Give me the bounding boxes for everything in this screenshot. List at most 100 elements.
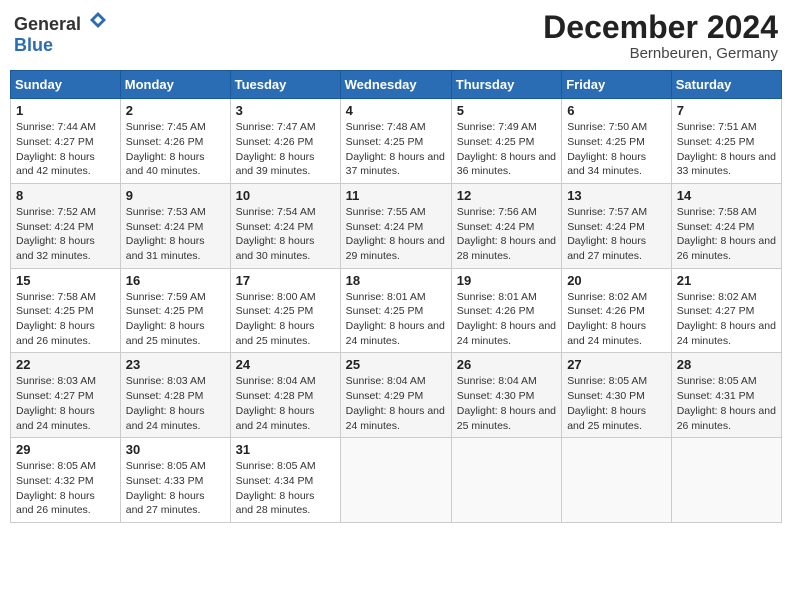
day-number: 19 [457,273,556,288]
day-info: Sunrise: 8:04 AM Sunset: 4:30 PM Dayligh… [457,374,556,433]
day-info: Sunrise: 7:51 AM Sunset: 4:25 PM Dayligh… [677,120,776,179]
day-number: 27 [567,357,666,372]
calendar-week-row: 15 Sunrise: 7:58 AM Sunset: 4:25 PM Dayli… [11,268,782,353]
location-subtitle: Bernbeuren, Germany [543,45,778,62]
day-info: Sunrise: 7:53 AM Sunset: 4:24 PM Dayligh… [126,205,225,264]
day-info: Sunrise: 8:03 AM Sunset: 4:28 PM Dayligh… [126,374,225,433]
month-title: December 2024 [543,10,778,45]
day-number: 10 [236,188,335,203]
calendar-day-cell: 5 Sunrise: 7:49 AM Sunset: 4:25 PM Daylig… [451,99,561,184]
day-number: 7 [677,103,776,118]
day-number: 26 [457,357,556,372]
day-number: 23 [126,357,225,372]
calendar-day-cell: 7 Sunrise: 7:51 AM Sunset: 4:25 PM Daylig… [671,99,781,184]
day-info: Sunrise: 7:44 AM Sunset: 4:27 PM Dayligh… [16,120,115,179]
day-info: Sunrise: 7:52 AM Sunset: 4:24 PM Dayligh… [16,205,115,264]
day-info: Sunrise: 8:05 AM Sunset: 4:33 PM Dayligh… [126,459,225,518]
calendar-day-cell: 17 Sunrise: 8:00 AM Sunset: 4:25 PM Dayli… [230,268,340,353]
day-number: 24 [236,357,335,372]
day-info: Sunrise: 8:00 AM Sunset: 4:25 PM Dayligh… [236,290,335,349]
logo: General Blue [14,10,108,56]
day-number: 29 [16,442,115,457]
day-info: Sunrise: 7:48 AM Sunset: 4:25 PM Dayligh… [346,120,446,179]
calendar-day-cell: 28 Sunrise: 8:05 AM Sunset: 4:31 PM Dayli… [671,353,781,438]
day-number: 6 [567,103,666,118]
day-number: 11 [346,188,446,203]
day-info: Sunrise: 8:01 AM Sunset: 4:26 PM Dayligh… [457,290,556,349]
logo-blue: Blue [14,35,53,55]
calendar-day-cell: 20Sunrise: 8:02 AM Sunset: 4:26 PM Dayli… [562,268,672,353]
day-of-week-header: Wednesday [340,71,451,99]
day-info: Sunrise: 7:49 AM Sunset: 4:25 PM Dayligh… [457,120,556,179]
calendar-day-cell: 8 Sunrise: 7:52 AM Sunset: 4:24 PM Daylig… [11,183,121,268]
day-of-week-header: Tuesday [230,71,340,99]
day-info: Sunrise: 8:05 AM Sunset: 4:32 PM Dayligh… [16,459,115,518]
day-info: Sunrise: 7:58 AM Sunset: 4:24 PM Dayligh… [677,205,776,264]
day-info: Sunrise: 8:05 AM Sunset: 4:31 PM Dayligh… [677,374,776,433]
calendar-day-cell: 21Sunrise: 8:02 AM Sunset: 4:27 PM Dayli… [671,268,781,353]
day-number: 30 [126,442,225,457]
day-number: 17 [236,273,335,288]
day-number: 15 [16,273,115,288]
calendar-day-cell: 22Sunrise: 8:03 AM Sunset: 4:27 PM Dayli… [11,353,121,438]
day-info: Sunrise: 8:05 AM Sunset: 4:34 PM Dayligh… [236,459,335,518]
logo-text: General Blue [14,10,108,56]
day-number: 12 [457,188,556,203]
title-block: December 2024 Bernbeuren, Germany [543,10,778,62]
page-header: General Blue December 2024 Bernbeuren, G… [10,10,782,62]
day-info: Sunrise: 8:05 AM Sunset: 4:30 PM Dayligh… [567,374,666,433]
calendar-week-row: 29 Sunrise: 8:05 AM Sunset: 4:32 PM Dayli… [11,438,782,523]
day-info: Sunrise: 7:45 AM Sunset: 4:26 PM Dayligh… [126,120,225,179]
day-number: 4 [346,103,446,118]
day-info: Sunrise: 7:57 AM Sunset: 4:24 PM Dayligh… [567,205,666,264]
calendar-day-cell: 16Sunrise: 7:59 AM Sunset: 4:25 PM Dayli… [120,268,230,353]
day-info: Sunrise: 8:04 AM Sunset: 4:28 PM Dayligh… [236,374,335,433]
calendar-day-cell: 4 Sunrise: 7:48 AM Sunset: 4:25 PM Daylig… [340,99,451,184]
day-number: 2 [126,103,225,118]
day-number: 18 [346,273,446,288]
calendar-table: SundayMondayTuesdayWednesdayThursdayFrid… [10,70,782,523]
calendar-day-cell: 9 Sunrise: 7:53 AM Sunset: 4:24 PM Daylig… [120,183,230,268]
day-number: 8 [16,188,115,203]
day-info: Sunrise: 7:50 AM Sunset: 4:25 PM Dayligh… [567,120,666,179]
calendar-day-cell: 13 Sunrise: 7:57 AM Sunset: 4:24 PM Dayli… [562,183,672,268]
calendar-day-cell: 18Sunrise: 8:01 AM Sunset: 4:25 PM Dayli… [340,268,451,353]
day-number: 13 [567,188,666,203]
day-number: 25 [346,357,446,372]
day-info: Sunrise: 8:02 AM Sunset: 4:26 PM Dayligh… [567,290,666,349]
calendar-day-cell: 2 Sunrise: 7:45 AM Sunset: 4:26 PM Daylig… [120,99,230,184]
day-info: Sunrise: 7:56 AM Sunset: 4:24 PM Dayligh… [457,205,556,264]
calendar-day-cell: 10 Sunrise: 7:54 AM Sunset: 4:24 PM Dayli… [230,183,340,268]
day-number: 28 [677,357,776,372]
day-number: 5 [457,103,556,118]
calendar-day-cell: 29 Sunrise: 8:05 AM Sunset: 4:32 PM Dayli… [11,438,121,523]
calendar-day-cell: 30 Sunrise: 8:05 AM Sunset: 4:33 PM Dayli… [120,438,230,523]
calendar-header-row: SundayMondayTuesdayWednesdayThursdayFrid… [11,71,782,99]
calendar-day-cell: 19 Sunrise: 8:01 AM Sunset: 4:26 PM Dayli… [451,268,561,353]
calendar-day-cell: 12 Sunrise: 7:56 AM Sunset: 4:24 PM Dayli… [451,183,561,268]
logo-icon [88,10,108,30]
day-of-week-header: Friday [562,71,672,99]
day-info: Sunrise: 7:54 AM Sunset: 4:24 PM Dayligh… [236,205,335,264]
calendar-day-cell: 14Sunrise: 7:58 AM Sunset: 4:24 PM Dayli… [671,183,781,268]
day-number: 9 [126,188,225,203]
day-info: Sunrise: 7:55 AM Sunset: 4:24 PM Dayligh… [346,205,446,264]
calendar-day-cell: 27 Sunrise: 8:05 AM Sunset: 4:30 PM Dayli… [562,353,672,438]
day-of-week-header: Saturday [671,71,781,99]
calendar-day-cell: 24 Sunrise: 8:04 AM Sunset: 4:28 PM Dayli… [230,353,340,438]
day-info: Sunrise: 7:59 AM Sunset: 4:25 PM Dayligh… [126,290,225,349]
calendar-day-cell: 23 Sunrise: 8:03 AM Sunset: 4:28 PM Dayli… [120,353,230,438]
logo-general: General [14,14,81,34]
calendar-day-cell: 26 Sunrise: 8:04 AM Sunset: 4:30 PM Dayli… [451,353,561,438]
day-info: Sunrise: 8:04 AM Sunset: 4:29 PM Dayligh… [346,374,446,433]
calendar-day-cell: 6 Sunrise: 7:50 AM Sunset: 4:25 PM Daylig… [562,99,672,184]
day-number: 3 [236,103,335,118]
day-of-week-header: Monday [120,71,230,99]
calendar-week-row: 22Sunrise: 8:03 AM Sunset: 4:27 PM Dayli… [11,353,782,438]
calendar-day-cell [451,438,561,523]
day-of-week-header: Thursday [451,71,561,99]
day-number: 21 [677,273,776,288]
calendar-day-cell [340,438,451,523]
day-info: Sunrise: 7:47 AM Sunset: 4:26 PM Dayligh… [236,120,335,179]
day-info: Sunrise: 7:58 AM Sunset: 4:25 PM Dayligh… [16,290,115,349]
